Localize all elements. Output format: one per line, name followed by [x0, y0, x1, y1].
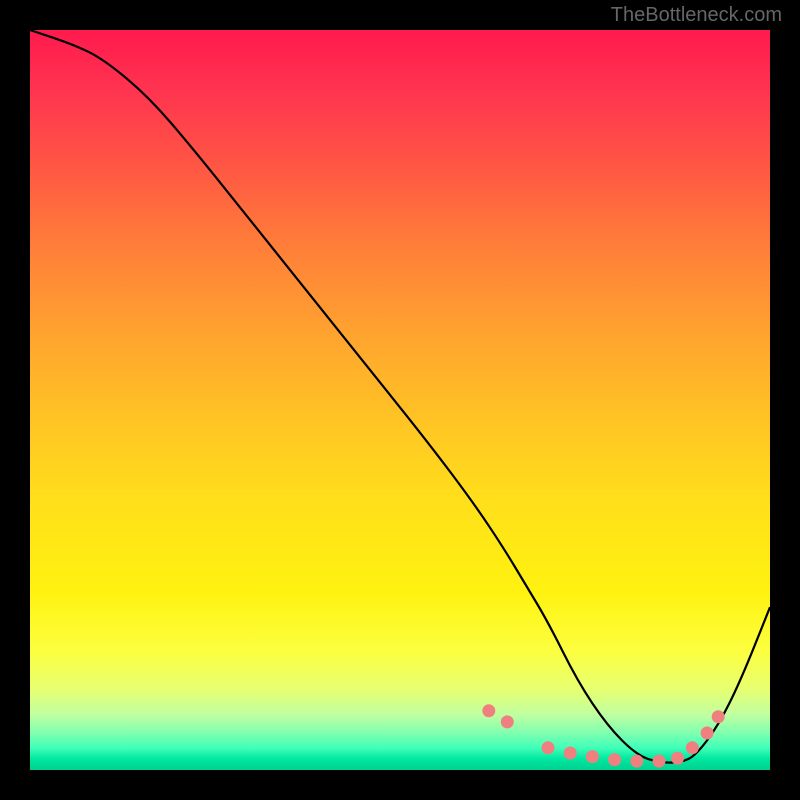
highlight-dot: [653, 755, 666, 768]
highlight-dot: [630, 755, 643, 768]
highlight-dot: [501, 715, 514, 728]
highlight-dot: [712, 710, 725, 723]
highlight-dot: [586, 750, 599, 763]
highlight-dot: [701, 727, 714, 740]
bottleneck-curve: [30, 30, 770, 763]
chart-svg: [30, 30, 770, 770]
highlight-dot: [671, 752, 684, 765]
highlight-dot: [608, 753, 621, 766]
highlight-dot: [564, 746, 577, 759]
watermark-text: TheBottleneck.com: [611, 4, 782, 27]
highlight-dot: [542, 741, 555, 754]
highlight-dot: [482, 704, 495, 717]
chart-container: [30, 30, 770, 770]
highlight-dot: [686, 741, 699, 754]
